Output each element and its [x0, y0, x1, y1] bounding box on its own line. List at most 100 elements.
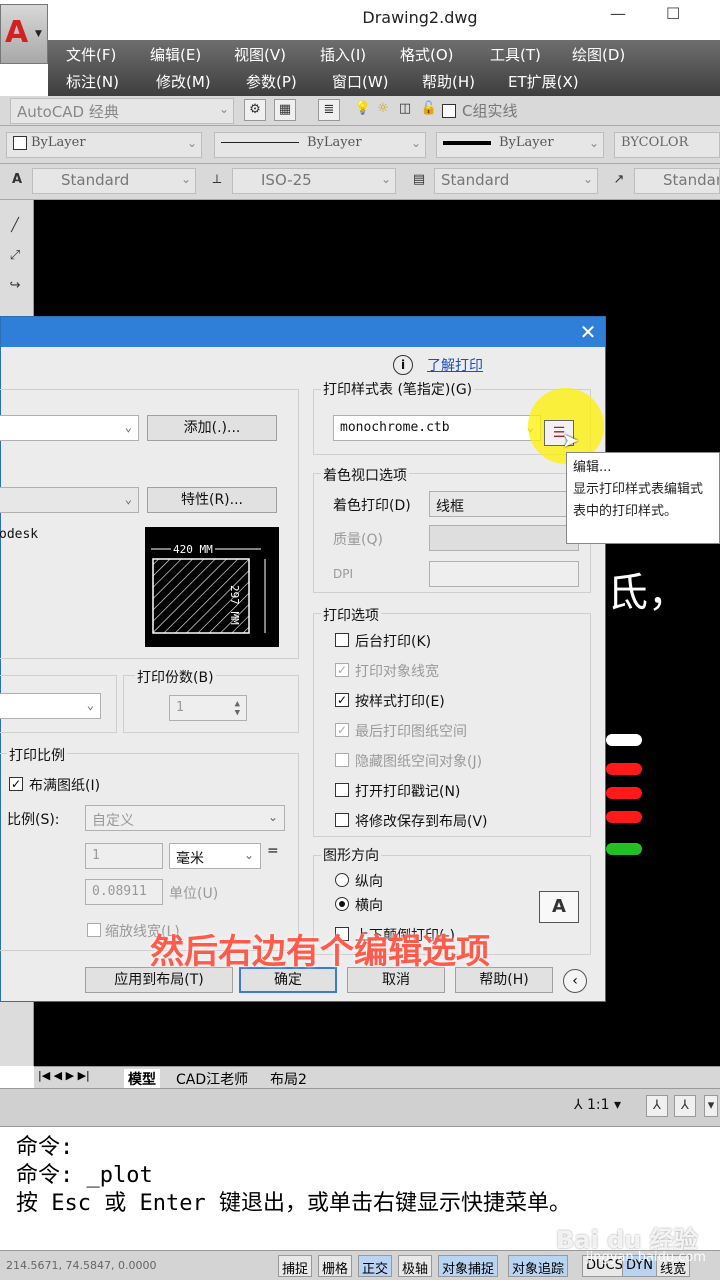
collapse-options-icon[interactable]: ‹	[563, 969, 587, 993]
table-style-icon[interactable]: ▤	[408, 170, 430, 192]
dim-style-dropdown[interactable]: ISO-25 ⌄	[232, 168, 396, 194]
maximize-button[interactable]: ☐	[666, 4, 680, 23]
multileader-style-icon[interactable]: ↗	[608, 170, 630, 192]
line-icon[interactable]: ╱	[4, 216, 26, 238]
unlock-icon[interactable]: 🔓	[418, 99, 440, 121]
multileader-style-dropdown[interactable]: Standar	[634, 168, 720, 194]
chevron-down-icon: ⌄	[267, 810, 278, 824]
lightbulb-icon[interactable]: 💡	[352, 99, 374, 121]
dpi-input[interactable]	[429, 561, 579, 587]
menu-format[interactable]: 格式(O)	[400, 44, 454, 65]
sun-icon[interactable]: ☼	[372, 99, 394, 121]
auto-scale-icon[interactable]: ⅄	[674, 1095, 696, 1117]
hide-paperspace-objects-checkbox[interactable]	[335, 753, 349, 767]
orientation-preview-icon: A	[539, 891, 579, 923]
menu-view[interactable]: 视图(V)	[234, 44, 286, 65]
tab-layout-1[interactable]: CAD江老师	[176, 1069, 248, 1089]
minimize-button[interactable]: —	[610, 4, 626, 23]
menu-tools[interactable]: 工具(T)	[490, 44, 541, 65]
menu-file[interactable]: 文件(F)	[66, 44, 116, 65]
portrait-label: 纵向	[355, 874, 383, 890]
menu-edit[interactable]: 编辑(E)	[150, 44, 201, 65]
fit-paper-checkbox[interactable]: ✓	[9, 777, 23, 791]
landscape-radio[interactable]	[335, 897, 349, 911]
plotstyle-dropdown[interactable]: BYCOLOR	[614, 132, 720, 158]
scale-denominator-input[interactable]: 0.08911	[85, 879, 163, 905]
annotation-visibility-icon[interactable]: ⅄	[646, 1095, 668, 1117]
toolbar-lock-icon[interactable]: ▦	[274, 99, 296, 121]
shade-plot-dropdown[interactable]: 线框	[429, 491, 579, 517]
construction-line-icon[interactable]: ⤢	[4, 246, 26, 268]
scale-lineweights-checkbox[interactable]	[87, 923, 101, 937]
chevron-down-icon: ▼	[35, 29, 42, 39]
menu-parametric[interactable]: 参数(P)	[246, 71, 297, 92]
portrait-radio[interactable]	[335, 873, 349, 887]
workspace-value: AutoCAD 经典	[17, 103, 119, 121]
tab-model[interactable]: 模型	[124, 1069, 160, 1089]
tab-nav-arrows-icon[interactable]: |◀ ◀ ▶ ▶|	[38, 1069, 90, 1082]
menu-express[interactable]: ET扩展(X)	[508, 71, 579, 92]
menu-dimension[interactable]: 标注(N)	[66, 71, 119, 92]
polyline-icon[interactable]: ↪	[4, 276, 26, 298]
help-link[interactable]: 了解打印	[427, 355, 483, 375]
otrack-toggle[interactable]: 对象追踪	[508, 1255, 569, 1277]
menu-draw[interactable]: 绘图(D)	[572, 44, 625, 65]
tab-layout-2[interactable]: 布局2	[270, 1069, 307, 1089]
printer-dropdown[interactable]: ⌄	[0, 487, 139, 513]
scale-denominator-value: 0.08911	[92, 884, 147, 899]
workspace-dropdown[interactable]: AutoCAD 经典 ⌄	[10, 98, 234, 124]
annotation-scale[interactable]: ⅄ 1:1 ▾	[574, 1097, 621, 1113]
color-swatch	[13, 135, 27, 150]
scale-unit-dropdown[interactable]: 毫米 ⌄	[169, 843, 261, 869]
menu-help[interactable]: 帮助(H)	[422, 71, 475, 92]
ortho-toggle[interactable]: 正交	[358, 1255, 393, 1277]
copies-stepper[interactable]: 1 ▲ ▼	[169, 695, 247, 721]
dim-style-icon[interactable]: ⟂	[206, 170, 228, 192]
paper-size-dropdown[interactable]: ⌄	[0, 693, 101, 719]
add-button[interactable]: 添加(.)...	[147, 415, 277, 441]
osnap-toggle[interactable]: 对象捕捉	[438, 1255, 499, 1277]
scale-label: 比例(S):	[7, 812, 60, 828]
properties-button[interactable]: 特性(R)...	[147, 487, 277, 513]
plot-style-dropdown[interactable]: monochrome.ctb⌄	[333, 415, 541, 441]
plot-scale-label: 打印比例	[7, 745, 67, 765]
scale-dropdown[interactable]: 自定义 ⌄	[85, 805, 285, 831]
scale-numerator-input[interactable]: 1	[85, 843, 163, 869]
menu-insert[interactable]: 插入(I)	[320, 44, 366, 65]
table-style-dropdown[interactable]: Standard ⌄	[434, 168, 598, 194]
linetype-dropdown[interactable]: ByLayer ⌄	[214, 132, 426, 158]
text-style-dropdown[interactable]: Standard ⌄	[32, 168, 196, 194]
chevron-down-icon[interactable]: ▾	[704, 1095, 718, 1117]
close-icon[interactable]: ✕	[573, 317, 603, 347]
app-menu-button[interactable]: A ▼	[0, 4, 48, 64]
layer-manager-icon[interactable]: ≣	[318, 99, 340, 121]
color-dropdown[interactable]: ByLayer ⌄	[6, 132, 202, 158]
layer-dropdown[interactable]: C组实线	[456, 98, 716, 124]
option-label: 打印对象线宽	[355, 664, 439, 680]
chevron-down-icon: ⌄	[180, 172, 191, 186]
page-setup-dropdown[interactable]: ⌄	[0, 415, 139, 441]
plot-paperspace-last-checkbox[interactable]: ✓	[335, 723, 349, 737]
lineweight-dropdown[interactable]: ByLayer ⌄	[436, 132, 604, 158]
text-style-icon[interactable]: A	[6, 170, 28, 192]
plot-with-styles-checkbox[interactable]: ✓	[335, 693, 349, 707]
plot-lineweights-checkbox[interactable]: ✓	[335, 663, 349, 677]
plot-stamp-checkbox[interactable]	[335, 783, 349, 797]
snap-toggle[interactable]: 捕捉	[278, 1255, 313, 1277]
dialog-title-bar	[1, 317, 605, 347]
save-to-layout-checkbox[interactable]	[335, 813, 349, 827]
layer-color-icon[interactable]: ◫	[394, 99, 416, 121]
background-plot-checkbox[interactable]	[335, 633, 349, 647]
linetype-sample	[221, 142, 299, 143]
menu-modify[interactable]: 修改(M)	[156, 71, 211, 92]
menu-window[interactable]: 窗口(W)	[332, 71, 389, 92]
quality-dropdown[interactable]	[429, 525, 579, 551]
table-style-value: Standard	[441, 171, 510, 189]
option-label: 隐藏图纸空间对象(J)	[355, 754, 483, 770]
grid-toggle[interactable]: 栅格	[318, 1255, 353, 1277]
polar-toggle[interactable]: 极轴	[398, 1255, 433, 1277]
paper-height-label: 297 MM	[228, 585, 241, 625]
option-label: 将修改保存到布局(V)	[355, 814, 488, 830]
command-prompt-line: 按 Esc 或 Enter 键退出，或单击右键显示快捷菜单。	[16, 1191, 571, 1216]
gear-icon[interactable]: ⚙	[244, 99, 266, 121]
